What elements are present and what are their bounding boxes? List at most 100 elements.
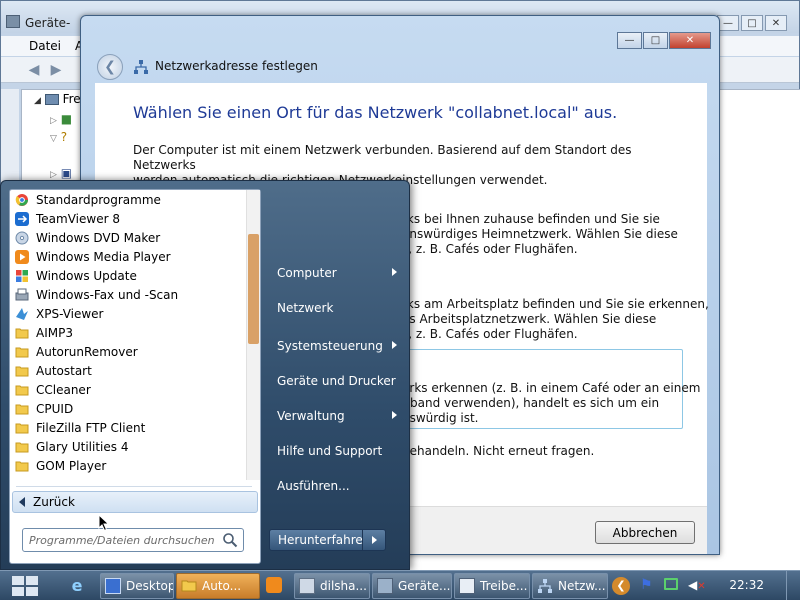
- list-item[interactable]: Autostart: [10, 361, 246, 380]
- programs-scrollbar[interactable]: [246, 190, 260, 480]
- tree-root-label: Fre: [62, 92, 81, 106]
- close-button[interactable]: ✕: [765, 15, 787, 31]
- program-label: XPS-Viewer: [36, 306, 104, 321]
- dialog-minimize-button[interactable]: —: [617, 32, 642, 49]
- taskbar-button-label: Desktop: [126, 579, 174, 593]
- expand-icon[interactable]: ▷: [50, 170, 57, 180]
- back-arrow-icon[interactable]: ❮: [97, 54, 123, 80]
- dialog-title: Netzwerkadresse festlegen: [155, 59, 318, 73]
- start-item-network[interactable]: Netzwerk: [271, 294, 407, 322]
- program-label: GOM Player: [36, 458, 107, 473]
- search-icon[interactable]: [222, 532, 238, 548]
- network-icon: [134, 60, 148, 74]
- home-network-description[interactable]: rks bei Ihnen zuhause befinden und Sie s…: [402, 212, 800, 257]
- expand-icon[interactable]: ▽: [50, 134, 57, 144]
- dvd-maker-icon: [14, 230, 30, 246]
- windows-update-icon: [14, 268, 30, 284]
- folder-icon: [14, 363, 30, 379]
- program-label: Windows Media Player: [36, 249, 171, 264]
- list-item[interactable]: TeamViewer 8: [10, 209, 246, 228]
- action-center-flag-icon[interactable]: ⚑: [640, 578, 654, 592]
- back-arrow-icon: [19, 497, 25, 507]
- taskbar-button-label: Geräte...: [398, 579, 451, 593]
- start-item-run[interactable]: Ausführen...: [271, 472, 407, 500]
- tray-expand-icon[interactable]: ❮: [612, 577, 630, 595]
- folder-icon: [14, 439, 30, 455]
- expand-icon[interactable]: ▷: [50, 116, 57, 126]
- tree-node-expander[interactable]: ▷ ■: [50, 112, 72, 126]
- list-item[interactable]: CCleaner: [10, 380, 246, 399]
- taskbar-button-devices[interactable]: Geräte...: [372, 573, 452, 599]
- list-item[interactable]: Windows DVD Maker: [10, 228, 246, 247]
- list-item[interactable]: FileZilla FTP Client: [10, 418, 246, 437]
- start-item-label: Verwaltung: [277, 409, 345, 423]
- start-item-label: Systemsteuerung: [277, 339, 383, 353]
- taskbar-button-desktop[interactable]: Desktop: [100, 573, 174, 599]
- start-item-devices-printers[interactable]: Geräte und Drucker: [271, 367, 407, 395]
- program-label: CCleaner: [36, 382, 91, 397]
- program-label: AutorunRemover: [36, 344, 138, 359]
- network-adapter-icon: ■: [60, 112, 73, 126]
- back-button[interactable]: Zurück: [12, 491, 258, 513]
- start-search-box[interactable]: [22, 528, 244, 552]
- list-item[interactable]: Standardprogramme: [10, 190, 246, 209]
- cancel-button[interactable]: Abbrechen: [595, 521, 695, 544]
- clock[interactable]: 22:32: [729, 578, 764, 592]
- volume-muted-icon[interactable]: ◀✕: [688, 577, 706, 593]
- dialog-maximize-button[interactable]: □: [643, 32, 668, 49]
- show-desktop-button[interactable]: [786, 571, 800, 600]
- start-item-computer[interactable]: Computer: [271, 259, 407, 287]
- list-item[interactable]: AutorunRemover: [10, 342, 246, 361]
- list-item[interactable]: CPUID: [10, 399, 246, 418]
- folder-icon: [14, 382, 30, 398]
- list-item[interactable]: Windows Media Player: [10, 247, 246, 266]
- tree-root[interactable]: ◢ Fre: [34, 92, 81, 106]
- folder-icon: [181, 578, 197, 594]
- list-item[interactable]: Windows Update: [10, 266, 246, 285]
- public-network-description: erks erkennen (z. B. in einem Café oder …: [402, 381, 800, 426]
- list-item[interactable]: GOM Player: [10, 456, 246, 475]
- program-label: Autostart: [36, 363, 92, 378]
- submenu-arrow-icon: [392, 341, 397, 349]
- start-item-label: Ausführen...: [277, 479, 350, 493]
- taskbar-button-label: dilsha...: [320, 579, 367, 593]
- home-line: rks bei Ihnen zuhause befinden und Sie s…: [402, 212, 660, 226]
- search-input[interactable]: [29, 533, 215, 547]
- treat-all-networks-checkbox-label[interactable]: behandeln. Nicht erneut fragen.: [402, 444, 800, 459]
- maximize-button[interactable]: □: [741, 15, 763, 31]
- expand-icon[interactable]: ◢: [34, 96, 41, 106]
- start-button[interactable]: [8, 573, 42, 599]
- list-item[interactable]: Windows-Fax und -Scan: [10, 285, 246, 304]
- start-item-help-support[interactable]: Hilfe und Support: [271, 437, 407, 465]
- scrollbar-thumb[interactable]: [248, 234, 259, 344]
- minimize-button[interactable]: —: [717, 15, 739, 31]
- forward-arrow-icon[interactable]: ▶: [47, 62, 65, 78]
- start-menu: Standardprogramme TeamViewer 8 Windows D…: [0, 180, 410, 570]
- programs-pane: Standardprogramme TeamViewer 8 Windows D…: [9, 189, 261, 564]
- desktop-icon: [105, 578, 121, 594]
- menu-datei[interactable]: Datei: [29, 39, 61, 53]
- list-item[interactable]: XPS-Viewer: [10, 304, 246, 323]
- network-tray-icon[interactable]: [664, 578, 678, 590]
- taskbar-button-dilsha[interactable]: dilsha...: [294, 573, 370, 599]
- work-network-description[interactable]: rks am Arbeitsplatz befinden und Sie sie…: [402, 297, 800, 342]
- taskbar-button-drivers[interactable]: Treibe...: [454, 573, 530, 599]
- tree-node-expander[interactable]: ▷ ▣: [50, 166, 72, 180]
- program-label: CPUID: [36, 401, 74, 416]
- device-manager-icon: [6, 15, 20, 28]
- tree-node-expander[interactable]: ▽ ?: [50, 130, 67, 144]
- xps-viewer-icon: [14, 306, 30, 322]
- public-line: itband verwenden), handelt es sich um ei…: [402, 396, 660, 410]
- taskbar-button-network[interactable]: Netzw...: [532, 573, 608, 599]
- media-player-icon[interactable]: [266, 577, 282, 593]
- back-arrow-icon[interactable]: ◀: [25, 62, 43, 78]
- internet-explorer-icon[interactable]: e: [68, 577, 86, 595]
- taskbar-button-autostart[interactable]: Auto...: [176, 573, 260, 599]
- dialog-close-button[interactable]: ✕: [669, 32, 711, 49]
- list-item[interactable]: Glary Utilities 4: [10, 437, 246, 456]
- shutdown-options-button[interactable]: [362, 529, 386, 551]
- start-item-control-panel[interactable]: Systemsteuerung: [271, 332, 407, 360]
- start-item-administration[interactable]: Verwaltung: [271, 402, 407, 430]
- folder-icon: [14, 401, 30, 417]
- list-item[interactable]: AIMP3: [10, 323, 246, 342]
